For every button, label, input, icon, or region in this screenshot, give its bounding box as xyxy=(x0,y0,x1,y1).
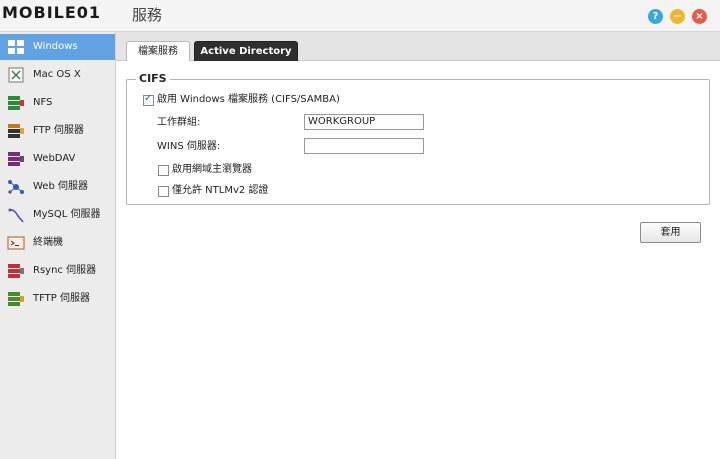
wins-server-input[interactable] xyxy=(304,138,424,154)
sidebar: Windows Mac OS X NFS FTP 伺服器 WebDAV Web … xyxy=(0,32,116,459)
mysql-icon xyxy=(8,208,24,223)
cifs-legend: CIFS xyxy=(136,72,170,85)
workgroup-input[interactable] xyxy=(304,114,424,130)
nfs-icon xyxy=(8,96,24,110)
sidebar-item-label: WebDAV xyxy=(33,153,76,164)
terminal-icon xyxy=(7,236,25,250)
sidebar-item-rsync[interactable]: Rsync 伺服器 xyxy=(0,258,115,284)
sidebar-item-web-server[interactable]: Web 伺服器 xyxy=(0,174,115,200)
sidebar-item-tftp[interactable]: TFTP 伺服器 xyxy=(0,286,115,312)
sidebar-item-label: 終端機 xyxy=(33,237,63,248)
apply-button[interactable]: 套用 xyxy=(640,222,701,243)
sidebar-item-ftp[interactable]: FTP 伺服器 xyxy=(0,118,115,144)
sidebar-item-label: FTP 伺服器 xyxy=(33,125,84,136)
title-bar: MOBILE01 服務 ? − × xyxy=(0,0,720,32)
minimize-icon: − xyxy=(673,11,682,22)
enable-cifs-label: 啟用 Windows 檔案服務 (CIFS/SAMBA) xyxy=(157,94,340,105)
ftp-icon xyxy=(8,124,24,138)
master-browser-checkbox[interactable] xyxy=(158,165,169,176)
sidebar-item-terminal[interactable]: 終端機 xyxy=(0,230,115,256)
minimize-button[interactable]: − xyxy=(670,9,685,24)
sidebar-item-webdav[interactable]: WebDAV xyxy=(0,146,115,172)
sidebar-item-label: NFS xyxy=(33,97,53,108)
logo: MOBILE01 xyxy=(2,3,102,22)
windows-icon xyxy=(8,40,24,54)
enable-cifs-checkbox[interactable] xyxy=(143,93,154,106)
web-server-icon xyxy=(8,180,24,194)
sidebar-item-nfs[interactable]: NFS xyxy=(0,90,115,116)
main-panel: 檔案服務 Active Directory CIFS 啟用 Windows 檔案… xyxy=(116,32,720,459)
webdav-icon xyxy=(8,152,24,166)
ntlmv2-label: 僅允許 NTLMv2 認證 xyxy=(172,185,269,196)
wins-server-label: WINS 伺服器: xyxy=(157,141,221,152)
sidebar-item-label: Web 伺服器 xyxy=(33,181,88,192)
close-icon: × xyxy=(695,11,704,22)
sidebar-item-label: TFTP 伺服器 xyxy=(33,293,91,304)
help-button[interactable]: ? xyxy=(648,9,663,24)
rsync-icon xyxy=(8,264,24,278)
sidebar-item-label: Windows xyxy=(33,41,78,52)
workgroup-label: 工作群組: xyxy=(157,117,201,128)
sidebar-item-label: MySQL 伺服器 xyxy=(33,209,101,220)
master-browser-label: 啟用網域主瀏覽器 xyxy=(172,164,252,175)
ntlmv2-checkbox[interactable] xyxy=(158,186,169,197)
window-title: 服務 xyxy=(132,6,163,24)
sidebar-item-windows[interactable]: Windows xyxy=(0,34,115,60)
sidebar-item-label: Rsync 伺服器 xyxy=(33,265,97,276)
sidebar-item-label: Mac OS X xyxy=(33,69,81,80)
sidebar-item-macos[interactable]: Mac OS X xyxy=(0,62,115,88)
tab-active-directory[interactable]: Active Directory xyxy=(194,41,298,61)
tab-strip: 檔案服務 Active Directory xyxy=(116,32,720,61)
sidebar-item-mysql[interactable]: MySQL 伺服器 xyxy=(0,202,115,228)
help-icon: ? xyxy=(652,11,659,22)
close-button[interactable]: × xyxy=(692,9,707,24)
macos-icon xyxy=(8,67,24,83)
tftp-icon xyxy=(8,292,24,306)
tab-file-service[interactable]: 檔案服務 xyxy=(126,41,190,61)
